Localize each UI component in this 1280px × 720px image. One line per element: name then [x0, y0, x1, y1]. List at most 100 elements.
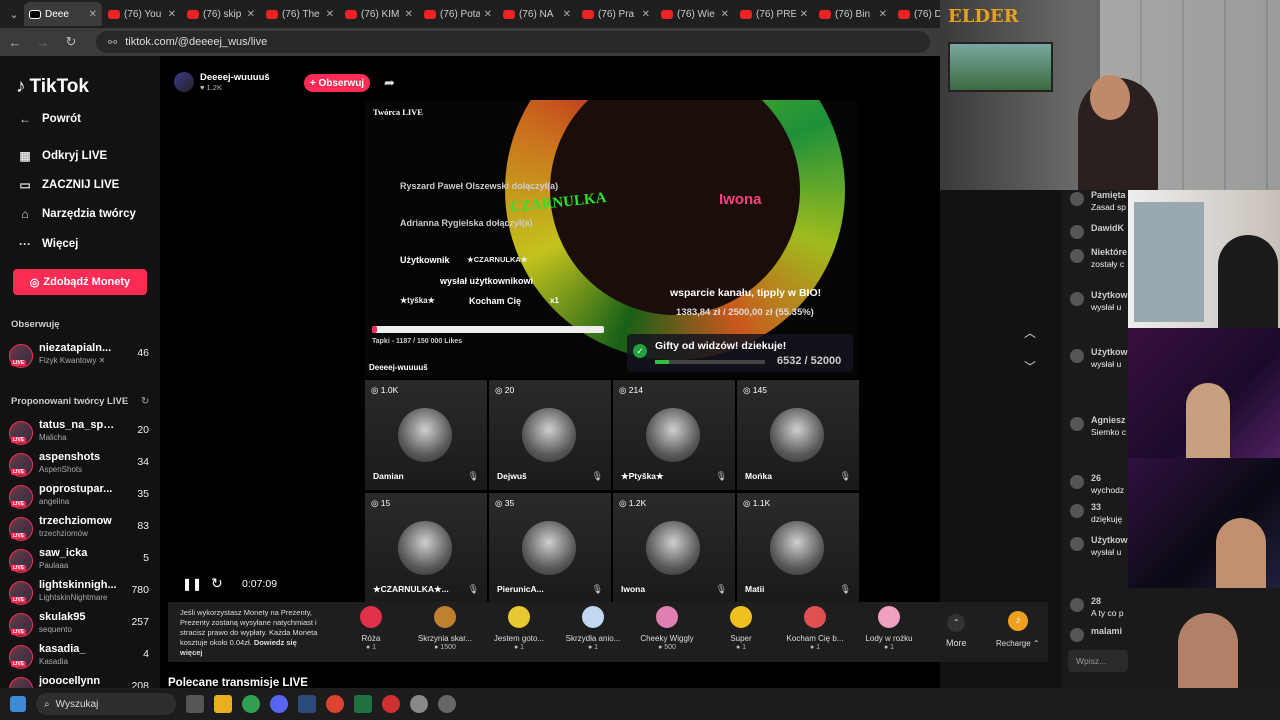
close-tab-icon[interactable]: ✕ [642, 9, 650, 20]
reload-icon[interactable]: ↻ [64, 34, 78, 50]
creator-item[interactable]: LIVE aspenshots AspenShots 34 [9, 450, 153, 480]
close-tab-icon[interactable]: ✕ [405, 9, 413, 20]
gift-item[interactable]: Super ● 1 [706, 606, 776, 651]
guest-tile[interactable]: ◎ 15 ★CZARNULKA★... 🎙 [365, 493, 487, 603]
share-icon[interactable]: ➦ [384, 75, 395, 91]
chat-username[interactable]: 33 [1091, 502, 1101, 512]
get-coins-button[interactable]: ◎ Zdobądź Monety [13, 269, 147, 295]
guest-tile[interactable]: ◎ 35 PierunicA... 🎙 [489, 493, 611, 603]
nav-item[interactable]: ▭ ZACZNIJ LIVE [18, 178, 119, 192]
refresh-icon[interactable]: ↻ [141, 396, 149, 407]
next-live-icon[interactable]: ﹀ [1024, 358, 1036, 375]
chat-input[interactable]: Wpisz... [1068, 650, 1128, 672]
creator-item[interactable]: LIVE trzechziomow trzechziomów 83 [9, 514, 153, 544]
chat-username[interactable]: Użytkow [1091, 535, 1128, 545]
gift-item[interactable]: Jestem goto... ● 1 [484, 606, 554, 651]
creator-item[interactable]: LIVE tatus_na_spo... Malicha 20 [9, 418, 153, 448]
tiktok-logo[interactable]: ♪ TikTok [16, 76, 89, 98]
browser-tab[interactable]: (76) Pota ✕ [419, 2, 497, 26]
obs-icon[interactable] [326, 695, 344, 713]
steam-icon[interactable] [298, 695, 316, 713]
close-tab-icon[interactable]: ✕ [484, 9, 492, 20]
browser-tab[interactable]: Deee ✕ [24, 2, 102, 26]
creator-item[interactable]: LIVE skulak95 sequento 257 [9, 610, 153, 640]
chat-username[interactable]: Pamięta [1091, 190, 1126, 200]
gift-price: ● 1 [780, 644, 850, 651]
guest-tile[interactable]: ◎ 145 Mońka 🎙 [737, 380, 859, 490]
browser-tab[interactable]: (76) Pra ✕ [577, 2, 655, 26]
discord-icon[interactable] [270, 695, 288, 713]
creator-item[interactable]: LIVE lightskinnigh... LightskinNightmare 78… [9, 578, 153, 608]
chat-username[interactable]: DawidK [1091, 223, 1124, 233]
follow-button[interactable]: + Obserwuj [304, 74, 370, 92]
close-tab-icon[interactable]: ✕ [326, 9, 334, 20]
url-field[interactable]: ⚯ tiktok.com/@deeeej_wus/live [96, 31, 930, 53]
browser-tab[interactable]: (76) skip ✕ [182, 2, 260, 26]
creator-item[interactable]: LIVE poprostupar... angelina 35 [9, 482, 153, 512]
guest-tile[interactable]: ◎ 1.2K Iwona 🎙 [613, 493, 735, 603]
guest-tile[interactable]: ◎ 214 ★Ptyška★ 🎙 [613, 380, 735, 490]
browser-tab[interactable]: (76) The ✕ [261, 2, 339, 26]
creator-item[interactable]: LIVE kasadia_ Kasadia 4 [9, 642, 153, 672]
browser-tab[interactable]: (76) Wie ✕ [656, 2, 734, 26]
creator-item[interactable]: LIVE niezatapialn... Fizyk Kwantowy ✕ 46 [9, 341, 153, 371]
browser-tab[interactable]: (76) PRE ✕ [735, 2, 813, 26]
nav-item[interactable]: ··· Więcej [18, 237, 78, 251]
chat-username[interactable]: Użytkow [1091, 290, 1128, 300]
file-explorer-icon[interactable] [214, 695, 232, 713]
recharge-button[interactable]: ♪ Recharge ⌃ [996, 611, 1040, 648]
stream-video[interactable]: Twórca LIVE Ryszard Paweł Olszewski dołą… [365, 100, 857, 378]
guest-tile[interactable]: ◎ 20 Dejwuš 🎙 [489, 380, 611, 490]
host-avatar[interactable] [174, 72, 194, 92]
chat-username[interactable]: Użytkow [1091, 347, 1128, 357]
browser-tab[interactable]: (76) You ✕ [103, 2, 181, 26]
pause-icon[interactable]: ❚❚ [182, 577, 202, 591]
previous-live-icon[interactable]: ︿ [1024, 324, 1036, 341]
gift-item[interactable]: Lody w rożku ● 1 [854, 606, 924, 651]
settings-app-icon[interactable] [410, 695, 428, 713]
gift-item[interactable]: Skrzydła anio... ● 1 [558, 606, 628, 651]
close-tab-icon[interactable]: ✕ [247, 9, 255, 20]
nav-item[interactable]: ▦ Odkryj LIVE [18, 149, 107, 163]
logo-text: TikTok [29, 76, 89, 97]
gift-item[interactable]: Róża ● 1 [336, 606, 406, 651]
close-tab-icon[interactable]: ✕ [879, 9, 887, 20]
nav-item[interactable]: ⌂ Narzędzia twórcy [18, 207, 136, 221]
windows-start-icon[interactable] [10, 696, 26, 712]
guest-tile[interactable]: ◎ 1.1K Matii 🎙 [737, 493, 859, 603]
browser-tab[interactable]: (76) Bin ✕ [814, 2, 892, 26]
host-info[interactable]: Deeeej-wuuuuš ♥ 1.2K [174, 72, 270, 92]
gift-icon [656, 606, 678, 628]
creator-item[interactable]: LIVEjooocellynn208 [9, 674, 153, 688]
gift-item[interactable]: Skrzynia skar... ● 1500 [410, 606, 480, 651]
creator-item[interactable]: LIVE saw_icka Paulaaa 5 [9, 546, 153, 576]
chat-username[interactable]: Niektóre [1091, 247, 1127, 257]
more-gifts-button[interactable]: ⌃ More [946, 614, 967, 648]
guest-tile[interactable]: ◎ 1.0K Damian 🎙 [365, 380, 487, 490]
chat-username[interactable]: malami [1091, 626, 1122, 636]
excel-icon[interactable] [354, 695, 372, 713]
chrome-icon[interactable] [242, 695, 260, 713]
gift-item[interactable]: Kocham Cię b... ● 1 [780, 606, 850, 651]
site-info-icon[interactable]: ⚯ [108, 36, 117, 49]
close-tab-icon[interactable]: ✕ [168, 9, 176, 20]
close-tab-icon[interactable]: ✕ [89, 9, 97, 20]
close-tab-icon[interactable]: ✕ [721, 9, 729, 20]
close-tab-icon[interactable]: ✕ [800, 9, 808, 20]
refresh-stream-icon[interactable]: ↻ [211, 575, 223, 592]
task-view-icon[interactable] [186, 695, 204, 713]
browser-tab[interactable]: (76) KIM ✕ [340, 2, 418, 26]
close-tab-icon[interactable]: ✕ [563, 9, 571, 20]
chat-username[interactable]: 26 [1091, 473, 1101, 483]
chat-username[interactable]: 28 [1091, 596, 1101, 606]
browser-tab[interactable]: (76) NA ✕ [498, 2, 576, 26]
app-icon[interactable] [382, 695, 400, 713]
tab-search-icon[interactable]: ⌄ [4, 4, 24, 24]
chat-username[interactable]: Agniesz [1091, 415, 1126, 425]
back-icon[interactable]: ← [8, 35, 22, 50]
forward-icon[interactable]: → [36, 35, 50, 50]
gift-item[interactable]: Cheeky Wiggly ● 500 [632, 606, 702, 651]
taskbar-search[interactable]: ⌕ Wyszukaj [36, 693, 176, 715]
nav-item[interactable]: ← Powrót [18, 112, 81, 126]
gear-app-icon[interactable] [438, 695, 456, 713]
